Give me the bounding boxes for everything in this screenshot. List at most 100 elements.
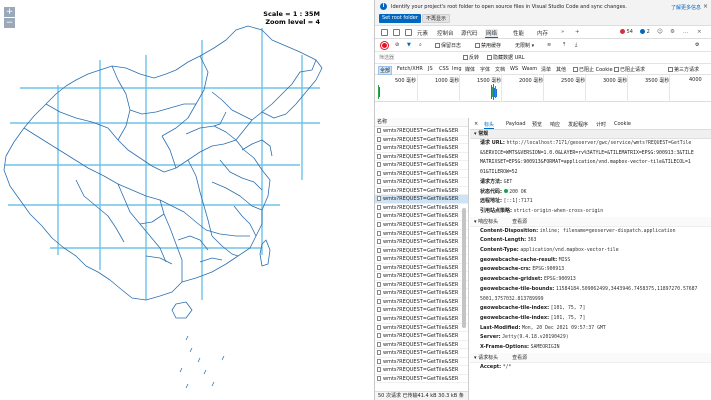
disable-cache-checkbox[interactable]: 禁用缓存 <box>475 42 501 49</box>
blocked-requests-checkbox[interactable]: 已阻止请求 <box>613 66 646 73</box>
filter-icon[interactable]: ▼ <box>407 42 411 48</box>
request-row[interactable]: wmts?REQUEST=GetTile&SER <box>375 170 468 179</box>
response-headers-section[interactable]: ▾ 响应标头 查看源 <box>470 216 711 227</box>
request-row[interactable]: wmts?REQUEST=GetTile&SER <box>375 187 468 196</box>
view-source-link[interactable]: 查看源 <box>512 219 527 225</box>
request-row[interactable]: wmts?REQUEST=GetTile&SER <box>375 298 468 307</box>
settings-icon[interactable]: ⚙ <box>695 42 699 48</box>
type-other[interactable]: 其他 <box>555 66 567 73</box>
type-wasm[interactable]: Wasm <box>521 66 538 72</box>
request-row[interactable]: wmts?REQUEST=GetTile&SER <box>375 281 468 290</box>
throttling-select[interactable]: 无限制 ▾ <box>515 42 534 49</box>
tab-console[interactable]: 控制台 <box>437 29 454 37</box>
type-font[interactable]: 字体 <box>479 66 491 73</box>
scrollbar[interactable] <box>462 208 466 328</box>
name-column-header[interactable]: 名称 <box>375 118 468 127</box>
map-pane[interactable]: + − Scale = 1 : 35M Zoom level = 4 <box>0 0 374 400</box>
more-icon[interactable]: … <box>683 29 689 35</box>
add-tab-icon[interactable]: + <box>575 29 580 35</box>
blocked-cookies-checkbox[interactable]: 已阻止 Cookie <box>572 66 614 73</box>
close-details-icon[interactable]: × <box>474 121 478 127</box>
request-row[interactable]: wmts?REQUEST=GetTile&SER <box>375 161 468 170</box>
request-row[interactable]: wmts?REQUEST=GetTile&SER <box>375 178 468 187</box>
zoom-in-button[interactable]: + <box>4 7 15 17</box>
type-all[interactable]: 全部 <box>378 66 393 75</box>
export-icon[interactable]: ⤓ <box>575 42 577 48</box>
request-row[interactable]: wmts?REQUEST=GetTile&SER <box>375 144 468 153</box>
request-row[interactable]: wmts?REQUEST=GetTile&SER <box>375 136 468 145</box>
request-row[interactable]: wmts?REQUEST=GetTile&SER <box>375 324 468 333</box>
type-ws[interactable]: WS <box>509 66 519 72</box>
type-doc[interactable]: 文档 <box>494 66 506 73</box>
general-section-header[interactable]: ▾ 常规 <box>470 130 711 139</box>
record-icon[interactable] <box>381 42 388 49</box>
tab-payload[interactable]: Payload <box>506 121 526 127</box>
import-icon[interactable]: ⤒ <box>563 42 565 48</box>
request-row[interactable]: wmts?REQUEST=GetTile&SER <box>375 247 468 256</box>
request-row[interactable]: wmts?REQUEST=GetTile&SER <box>375 366 468 375</box>
tab-performance[interactable]: 性能 <box>513 29 524 37</box>
request-row[interactable]: wmts?REQUEST=GetTile&SER <box>375 255 468 264</box>
tab-elements[interactable]: 元素 <box>417 29 428 37</box>
gear-icon[interactable]: ⚙ <box>670 29 675 35</box>
filter-input[interactable]: 筛选器 <box>379 54 459 62</box>
chevron-right-icon[interactable]: » <box>561 29 564 35</box>
third-party-checkbox[interactable]: 第三方请求 <box>667 66 700 73</box>
request-row[interactable]: wmts?REQUEST=GetTile&SER <box>375 358 468 367</box>
feedback-icon[interactable]: ☺ <box>657 29 663 35</box>
request-row[interactable]: wmts?REQUEST=GetTile&SER <box>375 230 468 239</box>
request-row[interactable]: wmts?REQUEST=GetTile&SER <box>375 195 468 204</box>
request-row[interactable]: wmts?REQUEST=GetTile&SER <box>375 315 468 324</box>
type-media[interactable]: 媒体 <box>464 66 476 73</box>
tab-memory[interactable]: 内存 <box>537 29 548 37</box>
type-js[interactable]: JS <box>427 66 434 72</box>
tab-preview[interactable]: 预览 <box>532 121 542 128</box>
zoom-out-button[interactable]: − <box>4 18 15 28</box>
invert-checkbox[interactable]: 反转 <box>463 54 479 61</box>
request-row[interactable]: wmts?REQUEST=GetTile&SER <box>375 375 468 384</box>
request-row[interactable]: wmts?REQUEST=GetTile&SER <box>375 238 468 247</box>
view-source-link[interactable]: 查看源 <box>512 355 527 361</box>
preserve-log-checkbox[interactable]: 保留日志 <box>435 42 461 49</box>
request-row[interactable]: wmts?REQUEST=GetTile&SER <box>375 341 468 350</box>
request-row[interactable]: wmts?REQUEST=GetTile&SER <box>375 332 468 341</box>
type-img[interactable]: Img <box>451 66 463 72</box>
tab-response[interactable]: 响应 <box>550 121 560 128</box>
hide-data-urls-checkbox[interactable]: 隐藏数据 URL <box>487 54 525 61</box>
tab-headers[interactable]: 标头 <box>484 121 495 129</box>
search-icon[interactable]: ⌕ <box>419 42 422 48</box>
tab-sources[interactable]: 源代码 <box>461 29 478 37</box>
warnings-badge[interactable]: 2 <box>640 29 650 35</box>
request-row[interactable]: wmts?REQUEST=GetTile&SER <box>375 349 468 358</box>
errors-badge[interactable]: 54 <box>620 29 633 35</box>
inspect-icon[interactable] <box>381 29 388 36</box>
set-root-folder-button[interactable]: Set root folder <box>379 14 421 23</box>
tab-cookie[interactable]: Cookie <box>614 121 631 127</box>
request-row[interactable]: wmts?REQUEST=GetTile&SER <box>375 289 468 298</box>
type-css[interactable]: CSS <box>438 66 450 72</box>
dont-show-again-button[interactable]: 不再显示 <box>422 14 451 23</box>
clear-icon[interactable]: ⊘ <box>395 42 399 48</box>
close-icon[interactable]: × <box>703 3 708 10</box>
request-list[interactable]: 名称 wmts?REQUEST=GetTile&SER wmts?REQUEST=… <box>375 118 469 400</box>
network-timeline[interactable]: 500 毫秒 1000 毫秒 1500 毫秒 2000 毫秒 2500 毫秒 3… <box>375 75 711 102</box>
request-row[interactable]: wmts?REQUEST=GetTile&SER <box>375 221 468 230</box>
close-devtools-icon[interactable]: × <box>697 29 702 35</box>
request-row[interactable]: wmts?REQUEST=GetTile&SER <box>375 153 468 162</box>
request-row[interactable]: wmts?REQUEST=GetTile&SER <box>375 264 468 273</box>
request-row[interactable]: wmts?REQUEST=GetTile&SER <box>375 204 468 213</box>
request-row[interactable]: wmts?REQUEST=GetTile&SER <box>375 272 468 281</box>
type-manifest[interactable]: 清单 <box>540 66 552 73</box>
tab-timing[interactable]: 计时 <box>596 121 606 128</box>
request-row[interactable]: wmts?REQUEST=GetTile&SER <box>375 127 468 136</box>
tab-initiator[interactable]: 发起程序 <box>568 121 588 128</box>
request-row[interactable]: wmts?REQUEST=GetTile&SER <box>375 212 468 222</box>
type-fetch-xhr[interactable]: Fetch/XHR <box>396 66 424 72</box>
wifi-icon[interactable]: ≋ <box>547 42 551 48</box>
device-toolbar-icon[interactable] <box>393 29 400 36</box>
learn-more-link[interactable]: 了解更多信息 <box>671 4 701 11</box>
tab-network[interactable]: 网络 <box>485 29 499 38</box>
request-headers-section[interactable]: ▾ 请求标头 查看源 <box>470 352 711 363</box>
request-row[interactable]: wmts?REQUEST=GetTile&SER <box>375 306 468 316</box>
welcome-icon[interactable] <box>405 29 412 36</box>
